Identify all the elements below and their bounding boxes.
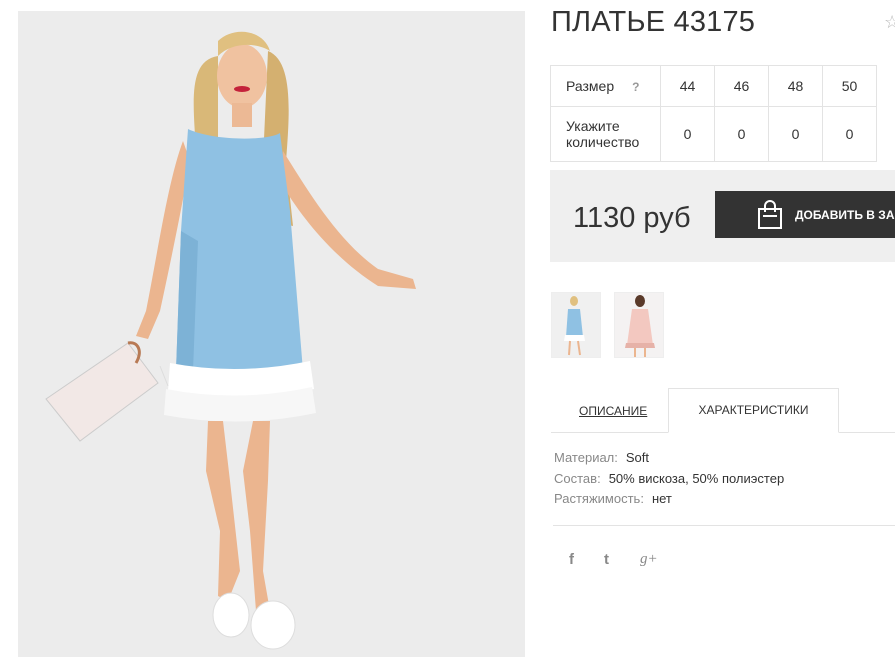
- price-panel: 1130 руб ДОБАВИТЬ В ЗАКАЗ: [550, 170, 895, 262]
- product-title: ПЛАТЬЕ 43175: [551, 6, 756, 38]
- help-icon[interactable]: ?: [632, 80, 639, 94]
- favorite-star-icon[interactable]: ☆: [884, 12, 895, 33]
- google-plus-icon[interactable]: g+: [640, 551, 658, 568]
- size-label: Размер: [566, 78, 615, 94]
- add-to-cart-label: ДОБАВИТЬ В ЗАКАЗ: [795, 207, 895, 222]
- quantity-input-46[interactable]: 0: [714, 106, 769, 162]
- tab-characteristics[interactable]: ХАРАКТЕРИСТИКИ: [668, 388, 839, 433]
- quantity-input-44[interactable]: 0: [660, 106, 715, 162]
- product-tabs: ОПИСАНИЕ ХАРАКТЕРИСТИКИ: [551, 388, 895, 433]
- thumbnail-blue-dress[interactable]: [551, 292, 601, 358]
- spec-value: нет: [651, 491, 672, 506]
- shopping-bag-icon: [758, 200, 782, 229]
- quantity-label-line1: Укажите: [566, 118, 620, 134]
- tab-description[interactable]: ОПИСАНИЕ: [579, 404, 647, 418]
- size-46: 46: [714, 65, 769, 107]
- quantity-input-48[interactable]: 0: [768, 106, 823, 162]
- spec-value: 50% вискоза, 50% полиэстер: [608, 470, 785, 486]
- quantity-input-50[interactable]: 0: [822, 106, 877, 162]
- facebook-icon[interactable]: f: [569, 551, 574, 568]
- spec-value: Soft: [625, 450, 650, 465]
- spec-key: Состав:: [554, 470, 601, 486]
- size-row: Размер? 44 46 48 50: [550, 65, 877, 107]
- size-50: 50: [822, 65, 877, 107]
- size-44: 44: [660, 65, 715, 107]
- spec-key: Материал:: [554, 450, 618, 465]
- spec-stretch: Растяжимость: нет: [554, 491, 784, 512]
- spec-composition: Состав: 50% вискоза, 50% полиэстер: [554, 471, 784, 492]
- size-label-cell: Размер?: [550, 65, 661, 107]
- section-divider: [553, 525, 895, 526]
- quantity-label: Укажите количество: [550, 106, 661, 162]
- product-photo[interactable]: [18, 11, 525, 657]
- size-48: 48: [768, 65, 823, 107]
- add-to-cart-button[interactable]: ДОБАВИТЬ В ЗАКАЗ: [715, 191, 895, 238]
- quantity-label-line2: количество: [566, 134, 640, 150]
- price-value: 1130 руб: [573, 202, 691, 234]
- quantity-row: Укажите количество 0 0 0 0: [550, 106, 877, 162]
- size-table: Размер? 44 46 48 50 Укажите количество 0…: [550, 65, 877, 162]
- spec-key: Растяжимость:: [554, 491, 644, 506]
- spec-material: Материал: Soft: [554, 450, 784, 471]
- twitter-icon[interactable]: t: [604, 551, 609, 568]
- thumbnail-pink-dress[interactable]: [614, 292, 664, 358]
- specs-list: Материал: Soft Состав: 50% вискоза, 50% по…: [554, 450, 784, 512]
